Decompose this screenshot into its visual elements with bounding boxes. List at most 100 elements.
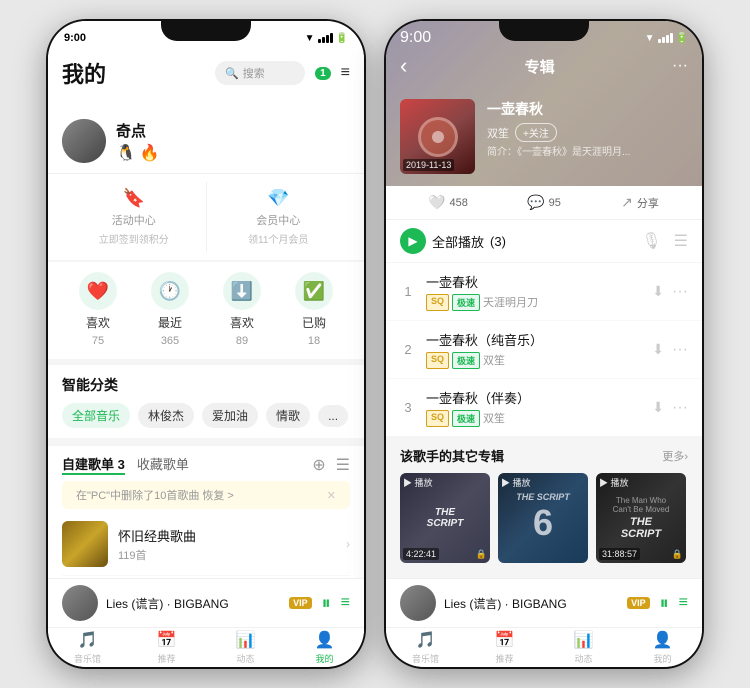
- signal-bars: [318, 33, 333, 43]
- track-info-2: 一壶春秋（纯音乐） SQ 极速 双笙: [426, 330, 642, 369]
- tag-romance[interactable]: 情歌: [266, 403, 310, 428]
- nav-music-label: 音乐馆: [412, 652, 439, 665]
- albums-scroll: THESCRIPT 4:22:41 🔒 ▶ 播放 THE SCRIPT: [400, 473, 688, 563]
- track-item-2[interactable]: 2 一壶春秋（纯音乐） SQ 极速 双笙 ⬇ ···: [386, 321, 702, 379]
- more-icon-1[interactable]: ···: [672, 283, 688, 301]
- track-item-1[interactable]: 1 一壶春秋 SQ 极速 天涯明月刀 ⬇ ···: [386, 263, 702, 321]
- notification-bar[interactable]: 在"PC"中删除了10首歌曲 恢复 > ✕: [62, 481, 350, 509]
- mic-icon[interactable]: 🎙: [641, 231, 661, 251]
- nav-dynamic-left[interactable]: 📊 动态: [206, 628, 285, 667]
- stat-count-like: 75: [92, 335, 104, 347]
- search-icon: 🔍: [225, 67, 239, 80]
- nav-recommend-right[interactable]: 📅 推荐: [465, 628, 544, 667]
- search-pill[interactable]: 🔍 搜索: [215, 61, 305, 85]
- now-playing-bar-right[interactable]: Lies (谎言) · BIGBANG VIP ⏸ ≡: [386, 578, 702, 627]
- album-card-3[interactable]: The Man WhoCan't Be Moved THESCRIPT 31:8…: [596, 473, 686, 563]
- search-label: 搜索: [243, 65, 265, 81]
- download-icon-2[interactable]: ⬇: [652, 341, 664, 358]
- tag-all[interactable]: 全部音乐: [62, 403, 130, 428]
- speed-tag-2: 极速: [452, 352, 480, 369]
- add-playlist-icon[interactable]: ⊕: [312, 455, 325, 475]
- time-left: 9:00: [64, 32, 86, 44]
- download-icon-3[interactable]: ⬇: [652, 399, 664, 416]
- avatar: [62, 119, 106, 163]
- now-playing-bar-left[interactable]: Lies (谎言) · BIGBANG VIP ⏸ ≡: [48, 578, 364, 627]
- notification-badge[interactable]: 1: [315, 67, 331, 80]
- now-playing-info-right: Lies (谎言) · BIGBANG: [444, 595, 619, 612]
- nav-label-dynamic: 动态: [236, 652, 254, 665]
- more-icon-2[interactable]: ···: [672, 341, 688, 359]
- menu-icon[interactable]: ≡: [341, 64, 350, 82]
- stat-comments[interactable]: 💬 95: [496, 194, 592, 211]
- playlist-item-1[interactable]: 怀旧经典歌曲 119首 ›: [62, 513, 350, 576]
- now-playing-info-left: Lies (谎言) · BIGBANG: [106, 595, 281, 612]
- member-center-card[interactable]: 💎 会员中心 领11个月会员: [207, 182, 351, 252]
- nav-music-right[interactable]: 🎵 音乐馆: [386, 628, 465, 667]
- pause-icon-left[interactable]: ⏸: [322, 593, 331, 614]
- album-page-title: 专辑: [525, 56, 555, 77]
- bar4r: [670, 33, 673, 43]
- tab-collected[interactable]: 收藏歌单: [137, 454, 189, 475]
- sort-icon[interactable]: ☰: [336, 455, 350, 475]
- nav-music-left[interactable]: 🎵 音乐馆: [48, 628, 127, 667]
- activity-center-card[interactable]: 🔖 活动中心 立即签到领积分: [62, 182, 207, 252]
- card-label-2: 会员中心: [256, 212, 300, 228]
- back-button[interactable]: ‹: [400, 53, 407, 79]
- tag-jay[interactable]: 林俊杰: [138, 403, 194, 428]
- speed-tag-3: 极速: [452, 410, 480, 427]
- chevron-right-icon-1: ›: [346, 537, 350, 551]
- stat-like[interactable]: ❤️ 喜欢 75: [62, 272, 134, 347]
- album-card-1[interactable]: THESCRIPT 4:22:41 🔒 ▶ 播放: [400, 473, 490, 563]
- wifi-icon-right: ▼: [645, 33, 655, 44]
- comment-stat-icon: 💬: [527, 194, 544, 211]
- nav-dynamic-right[interactable]: 📊 动态: [544, 628, 623, 667]
- album-content: 2019-11-13 一壶春秋 双笙 +关注 简介：《一壶春秋》是天涯明月...: [400, 99, 688, 174]
- tag-love[interactable]: 爱加油: [202, 403, 258, 428]
- check-icon: ✅: [303, 281, 325, 302]
- track-name-1: 一壶春秋: [426, 272, 642, 291]
- more-link[interactable]: 更多›: [662, 448, 688, 464]
- stat-count-purchased: 18: [308, 335, 320, 347]
- stat-download[interactable]: ⬇️ 喜欢 89: [206, 272, 278, 347]
- eq-icon-right[interactable]: ≡: [679, 594, 688, 612]
- play-all-button[interactable]: ▶ 全部播放 (3): [400, 228, 506, 254]
- nav-recommend-label: 推荐: [495, 652, 513, 665]
- battery-icon: 🔋: [336, 33, 348, 44]
- track-name-3: 一壶春秋（伴奏）: [426, 388, 642, 407]
- close-notif-icon[interactable]: ✕: [327, 489, 336, 502]
- nav-recommend-left[interactable]: 📅 推荐: [127, 628, 206, 667]
- bar3r: [666, 35, 669, 43]
- follow-button[interactable]: +关注: [515, 123, 557, 142]
- tag-more[interactable]: ...: [318, 405, 348, 427]
- album-card-2[interactable]: THE SCRIPT 6 ▶ 播放: [498, 473, 588, 563]
- stat-likes[interactable]: 🤍 458: [400, 194, 496, 211]
- track-item-3[interactable]: 3 一壶春秋（伴奏） SQ 极速 双笙 ⬇ ···: [386, 379, 702, 436]
- bar4: [330, 33, 333, 43]
- play-count-1: ▶ 播放: [403, 476, 433, 489]
- tab-created[interactable]: 自建歌单 3: [62, 454, 125, 475]
- nav-mine-right[interactable]: 👤 我的: [623, 628, 702, 667]
- more-icon-3[interactable]: ···: [672, 399, 688, 417]
- eq-icon-left[interactable]: ≡: [341, 594, 350, 612]
- clock-icon-wrap: 🕐: [151, 272, 189, 310]
- sq-tag-1: SQ: [426, 294, 449, 311]
- track-badges-2: SQ 极速 双笙: [426, 352, 642, 369]
- more-button[interactable]: ···: [672, 57, 688, 75]
- diamond-icon: 💎: [267, 188, 289, 209]
- now-playing-thumb-left: [62, 585, 98, 621]
- chart-nav-icon: 📊: [574, 630, 594, 650]
- album-header-nav: ‹ 专辑 ···: [386, 49, 702, 83]
- stat-share[interactable]: ↗ 分享: [592, 194, 688, 211]
- stat-recent[interactable]: 🕐 最近 365: [134, 272, 206, 347]
- nav-mine-left[interactable]: 👤 我的: [285, 628, 364, 667]
- track-artist-3: 双笙: [483, 410, 505, 427]
- download-icon-1[interactable]: ⬇: [652, 283, 664, 300]
- album-artist-row: 双笙 +关注: [487, 123, 688, 142]
- pause-icon-right[interactable]: ⏸: [660, 593, 669, 614]
- sq-tag-2: SQ: [426, 352, 449, 369]
- stat-purchased[interactable]: ✅ 已购 18: [278, 272, 350, 347]
- bar2r: [662, 37, 665, 43]
- play-count-3: ▶ 播放: [599, 476, 629, 489]
- album-name: 一壶春秋: [487, 99, 688, 119]
- list-sort-icon[interactable]: ☰: [674, 231, 688, 251]
